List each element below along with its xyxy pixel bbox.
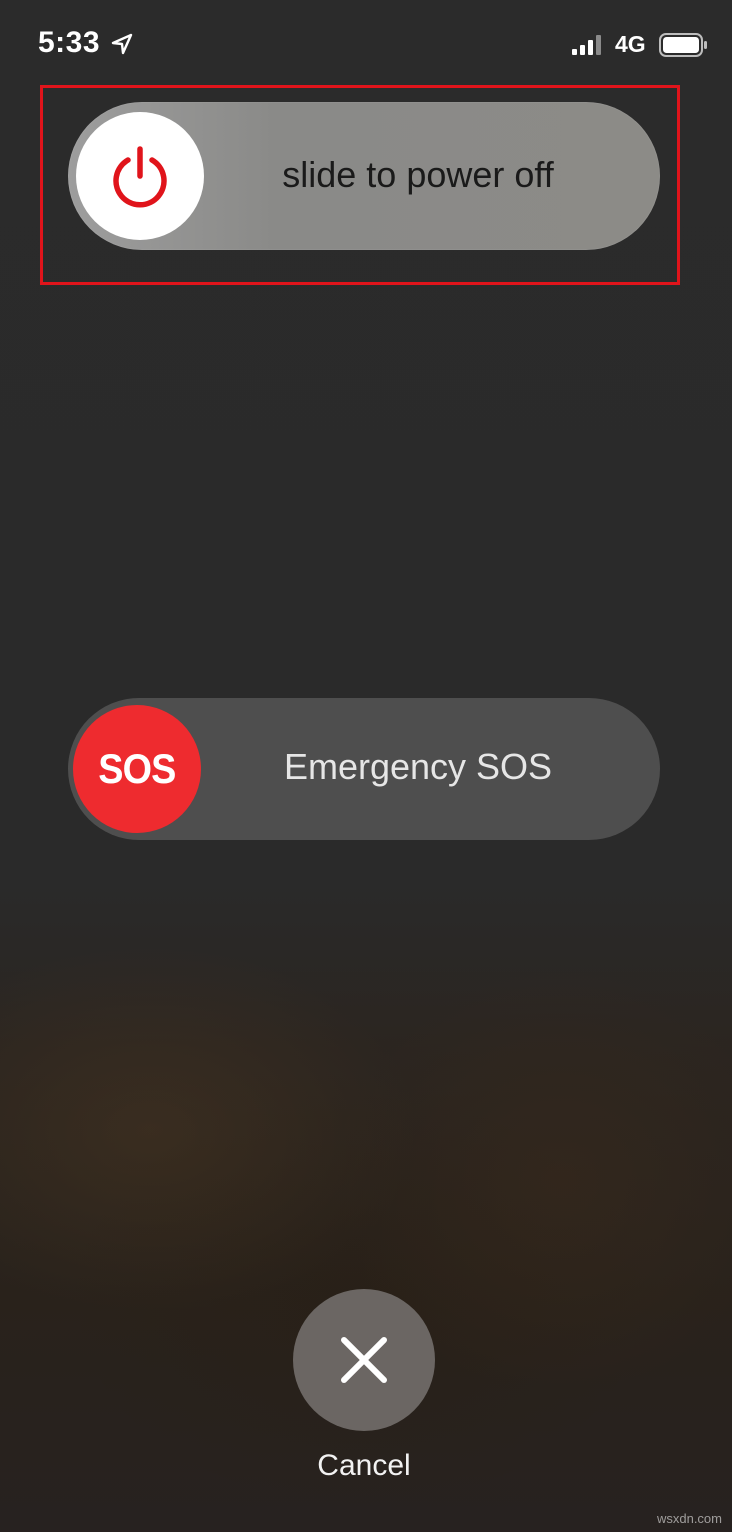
network-type: 4G bbox=[615, 31, 646, 57]
sos-knob[interactable]: SOS bbox=[73, 705, 201, 833]
cancel-label: Cancel bbox=[317, 1449, 411, 1482]
sos-knob-text: SOS bbox=[98, 745, 176, 792]
close-icon bbox=[341, 1337, 387, 1383]
location-arrow-icon bbox=[111, 33, 133, 55]
emergency-sos-slider[interactable]: SOS Emergency SOS bbox=[68, 698, 660, 840]
watermark: wsxdn.com bbox=[656, 1511, 722, 1526]
signal-bars-icon bbox=[572, 35, 601, 55]
power-icon bbox=[113, 146, 167, 208]
power-off-label: slide to power off bbox=[282, 154, 554, 195]
status-bar: 5:33 4G bbox=[0, 0, 732, 90]
power-off-knob[interactable] bbox=[76, 112, 204, 240]
cancel-button[interactable] bbox=[293, 1289, 435, 1431]
status-time: 5:33 bbox=[38, 26, 101, 59]
power-off-slider[interactable]: slide to power off bbox=[68, 102, 660, 250]
emergency-sos-label: Emergency SOS bbox=[283, 746, 553, 787]
battery-icon bbox=[659, 33, 707, 57]
